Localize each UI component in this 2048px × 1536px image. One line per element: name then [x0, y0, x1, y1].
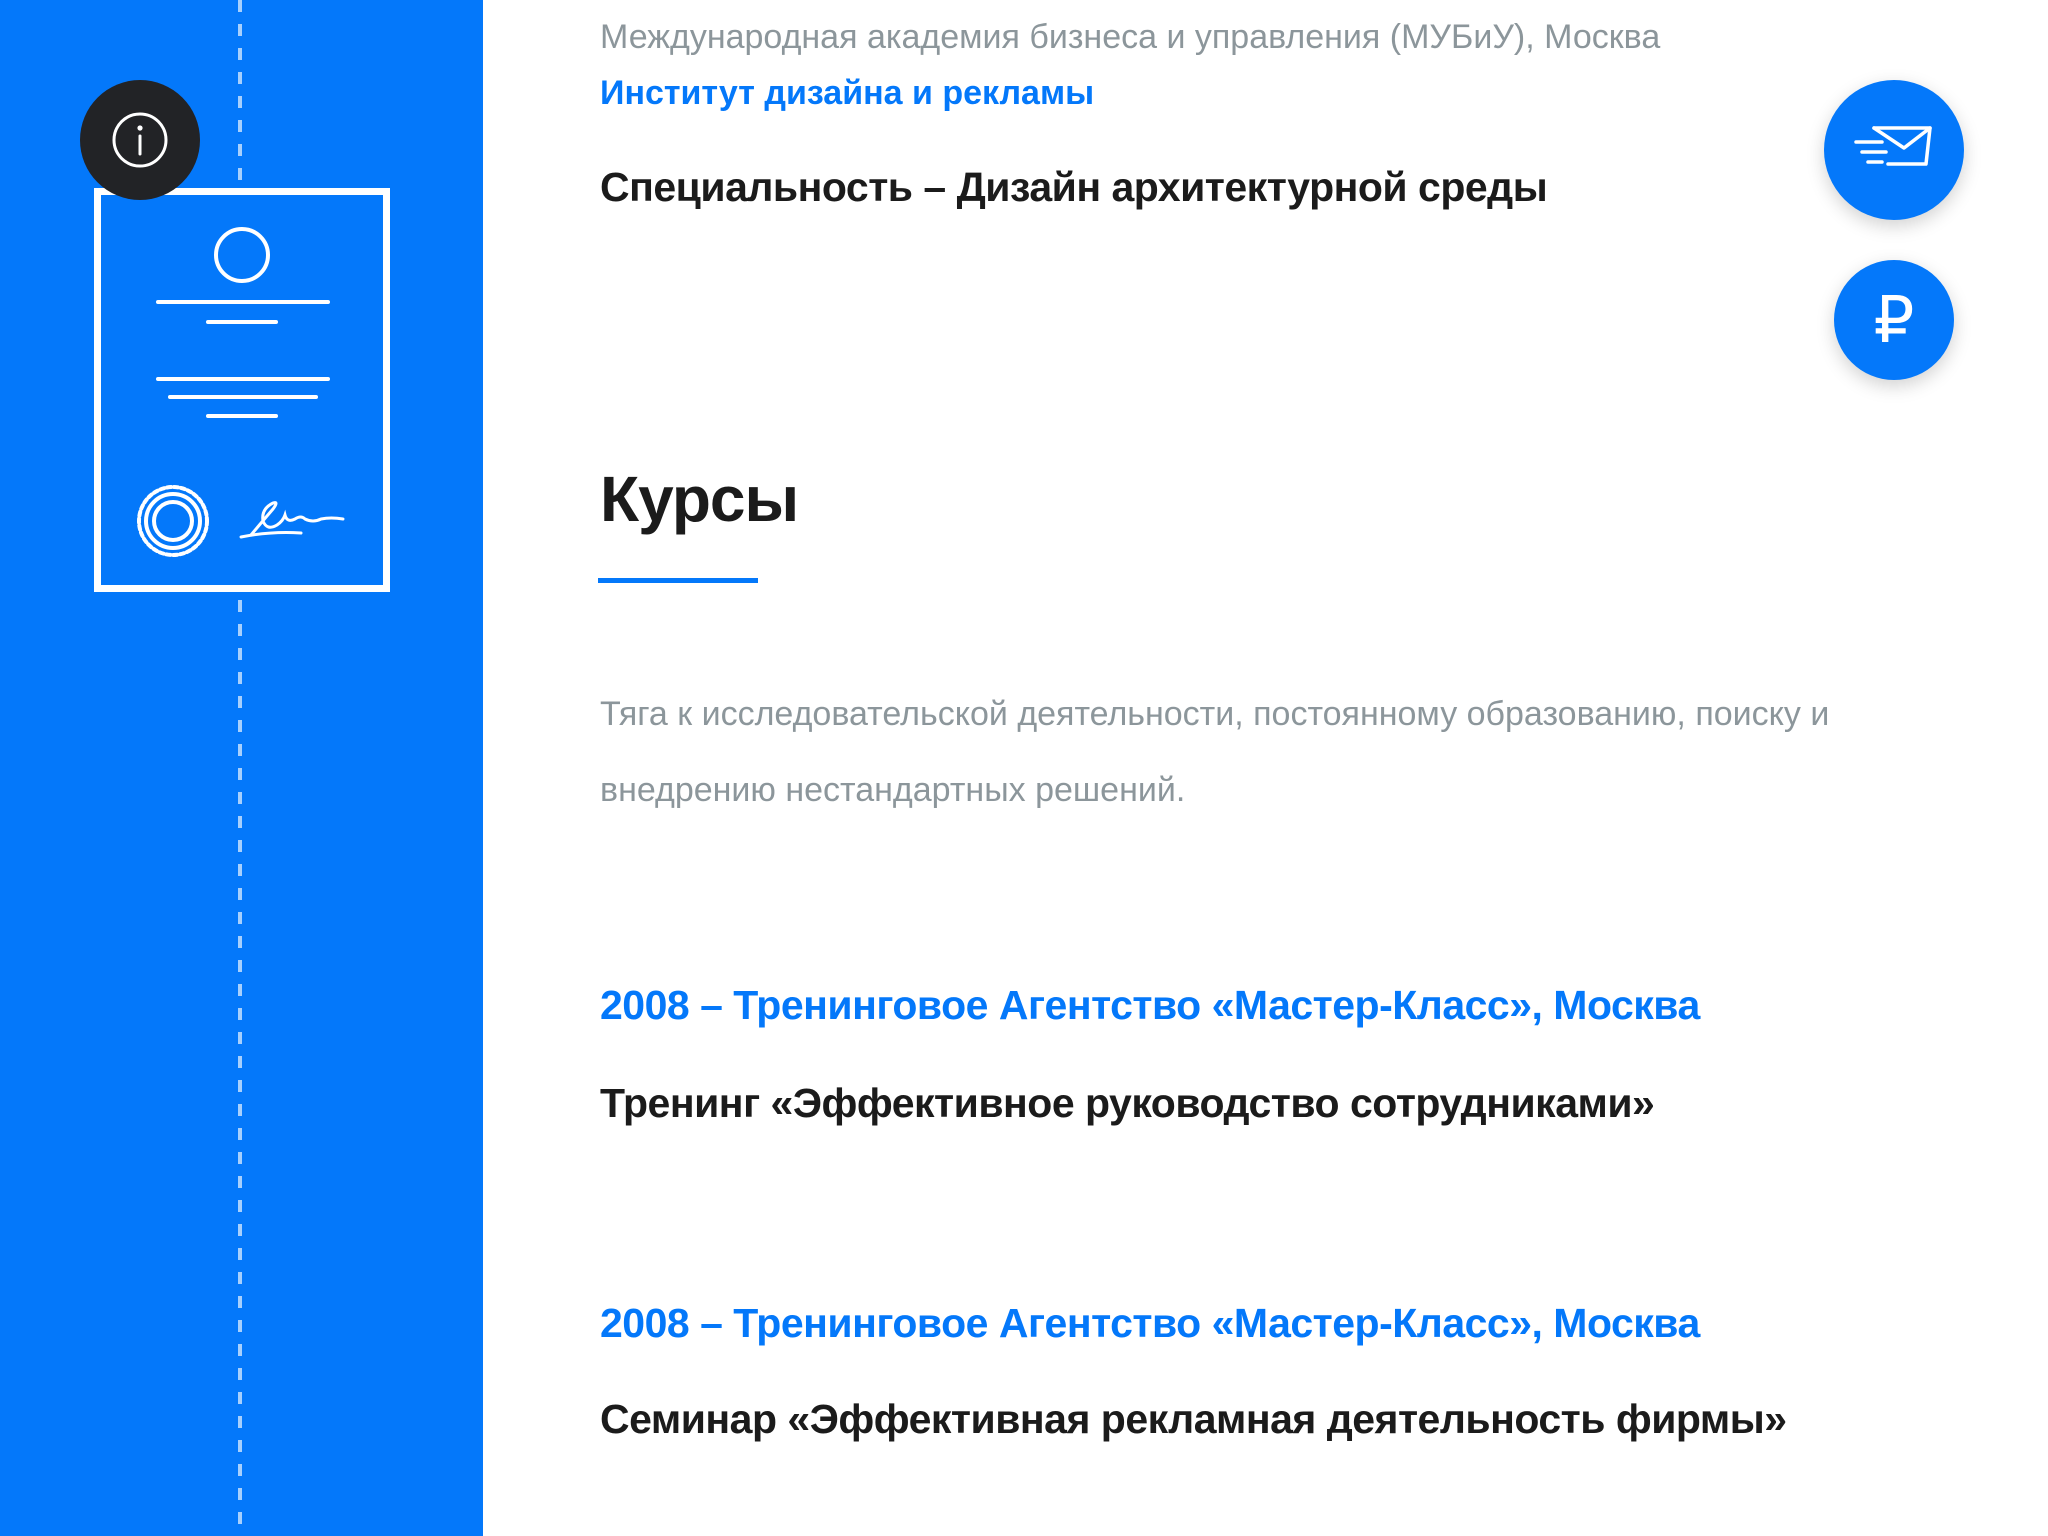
info-icon: [112, 112, 168, 168]
education-academy: Международная академия бизнеса и управле…: [600, 18, 1661, 56]
education-institute: Институт дизайна и рекламы: [600, 74, 1095, 112]
course-title: Тренинг «Эффективное руководство сотрудн…: [600, 1080, 1655, 1126]
diploma-icon: [94, 188, 390, 592]
mail-send-icon: [1854, 126, 1932, 166]
send-message-button[interactable]: [1824, 80, 1964, 220]
course-organization: 2008 – Тренинговое Агентство «Мастер-Кла…: [600, 982, 1700, 1028]
sidebar: [0, 0, 483, 1536]
ruble-icon: ₽: [1873, 284, 1915, 356]
section-description: Тяга к исследовательской деятельности, п…: [600, 695, 1830, 809]
course-title: Семинар «Эффективная рекламная деятельно…: [600, 1396, 1787, 1442]
education-specialty: Специальность – Дизайн архитектурной сре…: [600, 164, 1548, 210]
section-title-courses: Курсы: [600, 463, 799, 535]
course-organization: 2008 – Тренинговое Агентство «Мастер-Кла…: [600, 1300, 1700, 1346]
info-button[interactable]: [80, 80, 200, 200]
section-title-underline: [598, 578, 758, 583]
payment-button[interactable]: ₽: [1834, 260, 1954, 380]
